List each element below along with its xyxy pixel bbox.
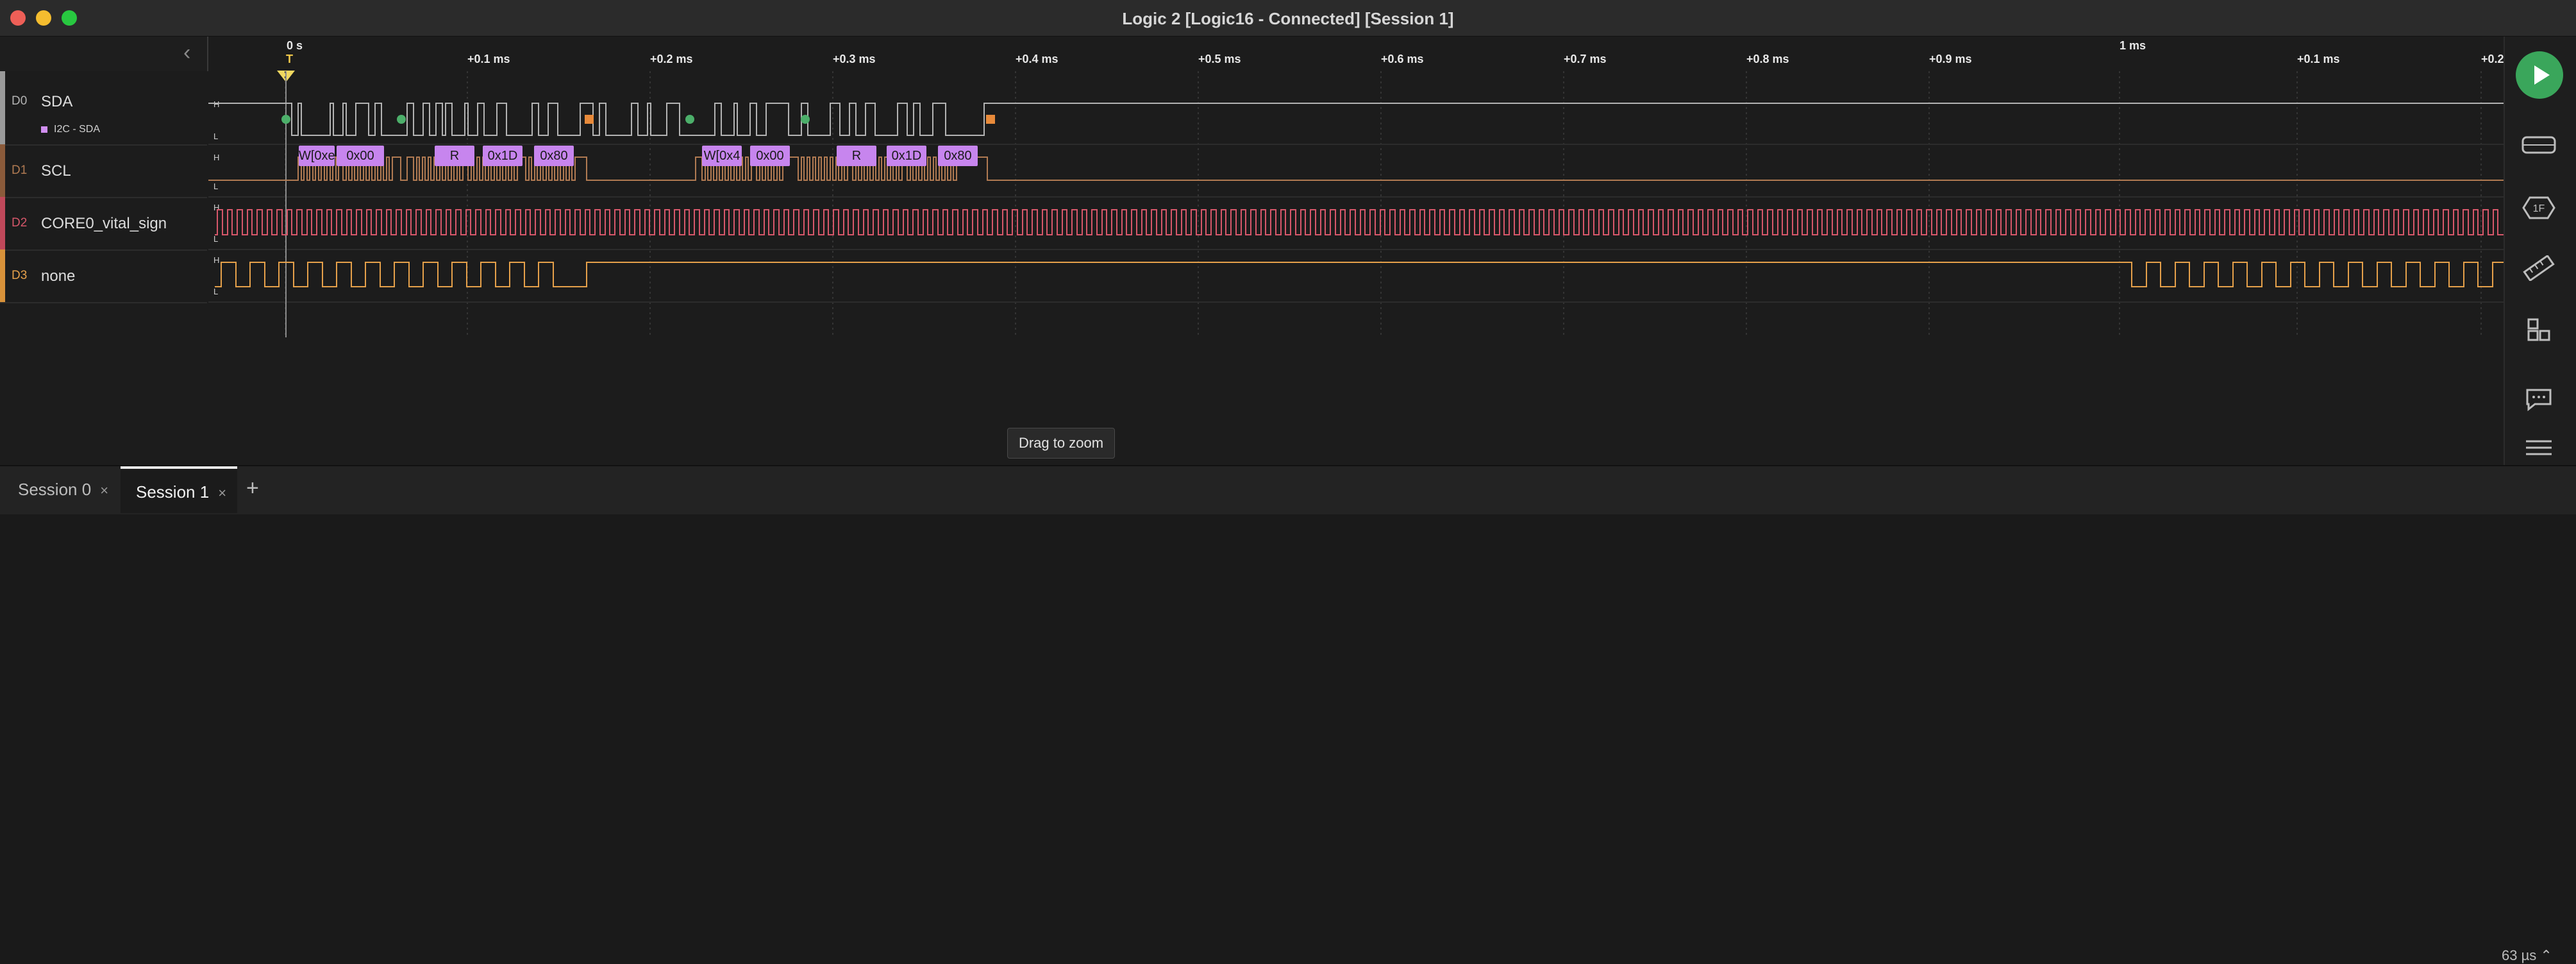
close-tab-icon[interactable]: × (218, 485, 226, 501)
collapse-sidebar-icon[interactable]: ‹ (183, 40, 190, 65)
drag-to-zoom-tooltip: Drag to zoom (1007, 428, 1115, 459)
channel-name[interactable]: none (41, 267, 75, 285)
analyzer-tag[interactable]: I2C - SDA (41, 124, 100, 135)
level-high-label: H (213, 99, 219, 109)
decoded-frame[interactable]: 0x80 (534, 146, 574, 166)
tab-session-1[interactable]: Session 1 × (121, 466, 237, 513)
channel-name[interactable]: CORE0_vital_sign (41, 215, 167, 233)
level-high-label: H (213, 203, 219, 212)
channel-color-stripe (0, 197, 5, 249)
ruler-left-panel: ‹ (0, 37, 208, 71)
level-high-label: H (213, 255, 219, 265)
channel-name[interactable]: SCL (41, 162, 71, 180)
channel-color-stripe (0, 249, 5, 302)
waveform-canvas[interactable]: H L H L H L H L (208, 71, 2504, 337)
decoded-frame[interactable]: W[0x4 (702, 146, 742, 166)
start-condition-marker (281, 115, 290, 124)
ruler-origin-label: 0 s (287, 39, 303, 52)
channel-id: D2 (12, 216, 28, 230)
decoded-frame[interactable]: 0x00 (337, 146, 384, 166)
level-low-label: L (213, 287, 218, 296)
analyzer-name: I2C - SDA (54, 124, 101, 135)
ruler-tick: +0.7 ms (1564, 53, 1607, 65)
sda-waveform (208, 103, 2504, 136)
decoded-frame[interactable]: R (435, 146, 474, 166)
measurements-ruler-icon[interactable] (2521, 255, 2557, 281)
start-condition-marker (397, 115, 406, 124)
channel-name[interactable]: SDA (41, 93, 72, 111)
analyzers-icon[interactable]: 1F (2521, 195, 2557, 221)
channel-color-stripe (0, 144, 5, 197)
channel-id: D3 (12, 269, 28, 282)
channel-id: D1 (12, 164, 28, 177)
stop-condition-marker (585, 115, 594, 124)
ruler-tick: +0.9 ms (1929, 53, 1972, 65)
channel-id: D0 (12, 94, 28, 108)
level-low-label: L (213, 131, 218, 141)
svg-text:1F: 1F (2533, 203, 2545, 214)
decoded-frame[interactable]: 0x1D (483, 146, 523, 166)
level-low-label: L (213, 182, 218, 191)
core0-vital-sign-waveform (215, 209, 2504, 235)
ruler-tick: +0.2 ms (650, 53, 693, 65)
decoded-frame[interactable]: W[0xe (299, 146, 335, 166)
device-settings-icon[interactable] (2521, 132, 2557, 158)
analyzer-color-icon (41, 126, 47, 133)
menu-icon[interactable] (2521, 435, 2557, 461)
decoded-frame[interactable]: 0x1D (887, 146, 926, 166)
stop-condition-marker (986, 115, 995, 124)
time-per-division[interactable]: 63 µs ⌃ (2502, 947, 2552, 964)
channel-list: D0 SDA I2C - SDA D1 SCL D2 CORE0_vital_s… (0, 71, 207, 337)
tab-session-0[interactable]: Session 0 × (0, 466, 115, 513)
time-ruler[interactable]: 0 s T +0.1 ms +0.2 ms +0.3 ms +0.4 ms +0… (208, 37, 2504, 82)
level-low-label: L (213, 234, 218, 244)
play-icon (2534, 65, 2550, 85)
decoded-frame[interactable]: R (837, 146, 876, 166)
ruler-tick: +0.1 ms (467, 53, 510, 65)
ruler-tick: +0.1 ms (2297, 53, 2340, 65)
channel-row-d0[interactable]: D0 SDA I2C - SDA (0, 71, 207, 146)
title-bar: Logic 2 [Logic16 - Connected] [Session 1… (0, 0, 2576, 37)
add-tab-icon[interactable]: + (246, 476, 259, 501)
trigger-label: T (286, 53, 293, 65)
feedback-chat-icon[interactable] (2521, 386, 2557, 412)
ruler-tick: +0.3 ms (833, 53, 876, 65)
start-capture-button[interactable] (2516, 51, 2563, 99)
ruler-major-tick: 1 ms (2120, 39, 2146, 52)
tab-label: Session 1 (136, 482, 210, 502)
close-tab-icon[interactable]: × (100, 482, 108, 498)
start-condition-marker (801, 115, 810, 124)
none-channel-waveform (215, 262, 2504, 287)
window-title: Logic 2 [Logic16 - Connected] [Session 1… (1122, 9, 1454, 28)
ruler-tick: +0.5 ms (1198, 53, 1241, 65)
waveform-area[interactable]: H L H L H L H L W[0xe 0x00 R 0x1D 0x80 W[0x4 0x… (208, 71, 2504, 337)
main-area: ‹ 0 s T +0.1 ms +0.2 ms +0.3 ms +0.4 ms … (0, 37, 2576, 502)
start-condition-marker (685, 115, 694, 124)
channel-row-d2[interactable]: D2 CORE0_vital_sign (0, 197, 207, 251)
level-high-label: H (213, 153, 219, 162)
tab-label: Session 0 (18, 480, 92, 499)
ruler-tick: +0.6 ms (1381, 53, 1424, 65)
channel-row-d3[interactable]: D3 none (0, 249, 207, 303)
channel-color-stripe (0, 71, 5, 144)
decoded-frame[interactable]: 0x80 (938, 146, 978, 166)
session-tab-bar: Session 0 × Session 1 × 63 µs ⌃ (0, 465, 2576, 963)
decoded-frame[interactable]: 0x00 (750, 146, 790, 166)
channel-row-d1[interactable]: D1 SCL (0, 144, 207, 198)
ruler-tick: +0.8 ms (1746, 53, 1789, 65)
extensions-icon[interactable] (2521, 317, 2557, 342)
ruler-tick: +0.2 (2481, 53, 2504, 65)
ruler-tick: +0.4 ms (1016, 53, 1058, 65)
